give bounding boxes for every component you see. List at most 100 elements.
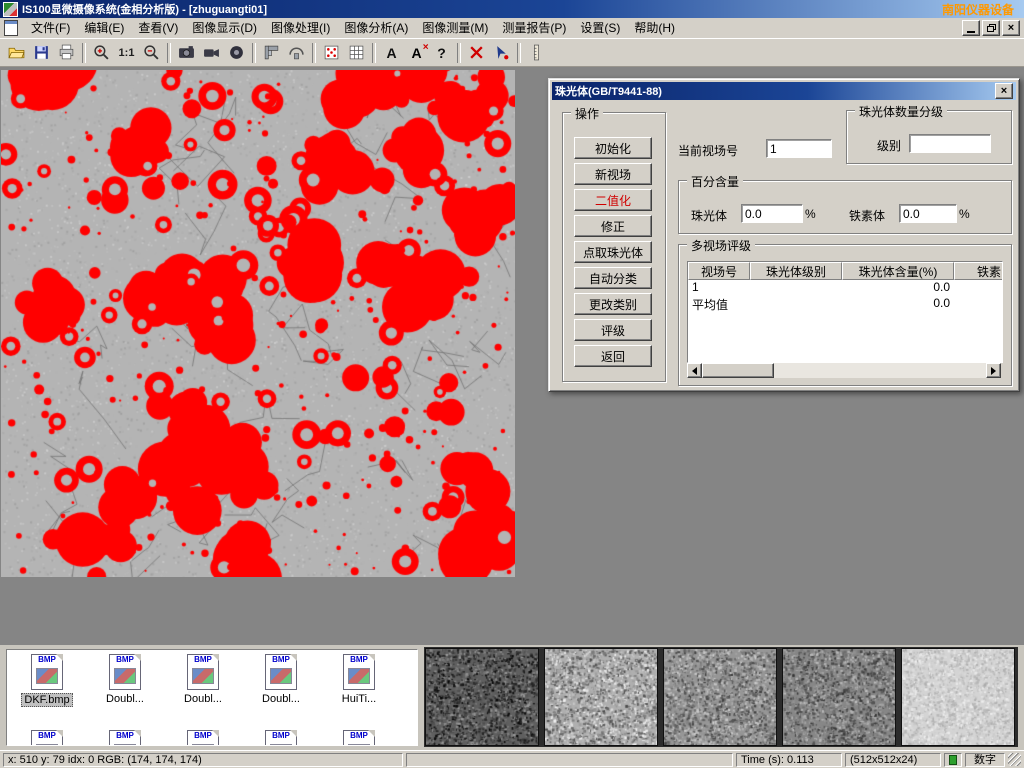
pearlite-label: 珠光体 [691,207,727,224]
document-icon[interactable] [4,20,18,36]
binarize-button[interactable]: 二值化 [574,189,652,211]
caliper-button[interactable] [259,41,284,65]
text-annotation-button[interactable]: A [379,41,404,65]
app-icon[interactable] [3,2,18,17]
thumbnail-image[interactable] [425,648,539,746]
file-name[interactable]: HuiTi... [340,693,378,705]
scroll-left-button[interactable] [687,363,702,378]
file-name[interactable]: Doubl... [182,693,224,705]
new-field-button[interactable]: 新视场 [574,163,652,185]
micrometer-icon [288,44,305,61]
file-name[interactable]: Doubl... [104,693,146,705]
auto-classify-button[interactable]: 自动分类 [574,267,652,289]
open-button[interactable] [4,41,29,65]
grid-button[interactable] [344,41,369,65]
file-item[interactable]: BMP [321,730,397,746]
delete-button[interactable] [464,41,489,65]
menu-image-analysis[interactable]: 图像分析(A) [337,19,415,38]
column-header-level[interactable]: 珠光体级别 [750,262,842,280]
menu-image-display[interactable]: 图像显示(D) [185,19,264,38]
scrollbar-thumb[interactable] [702,363,774,378]
zoom-in-button[interactable] [89,41,114,65]
cell-field: 1 [688,280,750,296]
caliper-icon [263,44,280,61]
level-input[interactable] [909,134,991,153]
save-icon [33,44,50,61]
close-button[interactable]: × [1002,20,1020,36]
menu-edit[interactable]: 编辑(E) [77,19,131,38]
file-item[interactable]: BMP [87,730,163,746]
menu-image-measure[interactable]: 图像测量(M) [415,19,495,38]
restore-button[interactable] [982,20,1000,36]
file-item[interactable]: BMP Doubl... [87,654,163,705]
mode-text: 数字 [965,753,1005,767]
file-item[interactable]: BMP Doubl... [165,654,241,705]
minimize-button[interactable] [962,20,980,36]
file-item[interactable]: BMP [243,730,319,746]
toolbar-separator [312,43,316,63]
red-cross-icon [468,44,485,61]
dialog-title-bar[interactable]: 珠光体(GB/T9441-88) × [552,82,1016,100]
minimize-icon [967,31,975,33]
thumbnail-image[interactable] [782,648,896,746]
capture-button[interactable] [174,41,199,65]
column-header-ferrite[interactable]: 铁素 [954,262,1003,280]
file-item[interactable]: BMP HuiTi... [321,654,397,705]
menu-view[interactable]: 查看(V) [131,19,185,38]
grade-button[interactable]: 评级 [574,319,652,341]
operation-group-label: 操作 [571,105,603,122]
change-class-button[interactable]: 更改类别 [574,293,652,315]
menu-report[interactable]: 测量报告(P) [495,19,573,38]
cell-ferrite [954,280,1003,296]
dialog-close-button[interactable]: × [995,83,1013,99]
column-header-content[interactable]: 珠光体含量(%) [842,262,954,280]
menu-settings[interactable]: 设置(S) [573,19,627,38]
ferrite-input[interactable] [899,204,957,223]
print-button[interactable] [54,41,79,65]
table-horizontal-scrollbar[interactable] [687,363,1001,378]
scrollbar-track[interactable] [702,363,986,378]
init-button[interactable]: 初始化 [574,137,652,159]
file-item[interactable]: BMP Doubl... [243,654,319,705]
menu-file[interactable]: 文件(F) [24,19,77,38]
resize-grip[interactable] [1008,753,1021,766]
return-button[interactable]: 返回 [574,345,652,367]
save-button[interactable] [29,41,54,65]
status-bar: x: 510 y: 79 idx: 0 RGB: (174, 174, 174)… [0,750,1024,768]
menu-image-processing[interactable]: 图像处理(I) [264,19,337,38]
pearlite-input[interactable] [741,204,803,223]
live-button[interactable] [224,41,249,65]
table-row[interactable]: 平均值 0.0 [688,296,1002,312]
metallographic-image[interactable] [1,70,515,577]
scroll-right-button[interactable] [986,363,1001,378]
file-item[interactable]: BMP [9,730,85,746]
column-header-field[interactable]: 视场号 [688,262,750,280]
bmp-file-icon: BMP [187,654,219,690]
micrometer-button[interactable] [284,41,309,65]
help-button[interactable]: ? [429,41,454,65]
pick-pearlite-button[interactable]: 点取珠光体 [574,241,652,263]
thumbnail-image[interactable] [663,648,777,746]
thumbnail-image[interactable] [901,648,1015,746]
cell-content: 0.0 [842,296,954,312]
grid-points-button[interactable] [319,41,344,65]
time-text: Time (s): 0.113 [736,753,842,767]
file-item[interactable]: BMP DKF.bmp [9,654,85,707]
menu-help[interactable]: 帮助(H) [627,19,682,38]
video-button[interactable] [199,41,224,65]
pointer-button[interactable] [489,41,514,65]
zoom-out-button[interactable] [139,41,164,65]
table-row[interactable]: 1 0.0 [688,280,1002,296]
file-item[interactable]: BMP [165,730,241,746]
thumbnail-image[interactable] [544,648,658,746]
file-name[interactable]: DKF.bmp [21,693,72,707]
ruler-button[interactable] [524,41,549,65]
current-field-label: 当前视场号 [678,142,738,159]
text-delete-button[interactable]: A× [404,41,429,65]
correct-button[interactable]: 修正 [574,215,652,237]
actual-size-button[interactable]: 1:1 [114,41,139,65]
current-field-input[interactable] [766,139,832,158]
file-name[interactable]: Doubl... [260,693,302,705]
table-header-row: 视场号 珠光体级别 珠光体含量(%) 铁素 [688,262,1002,280]
toolbar-separator [457,43,461,63]
